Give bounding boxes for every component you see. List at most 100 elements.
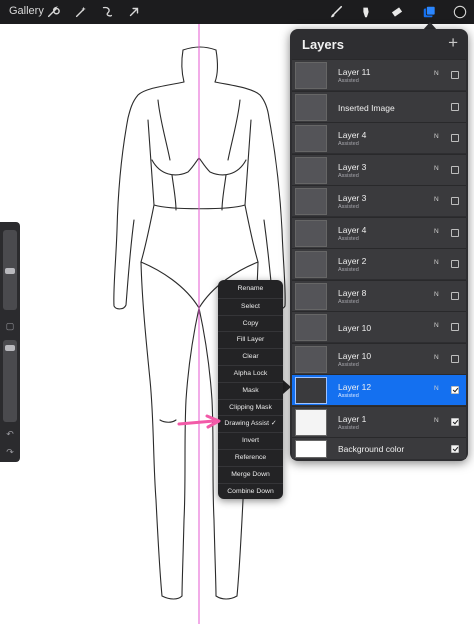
gallery-button[interactable]: Gallery: [9, 5, 44, 17]
brush-size-slider[interactable]: [3, 230, 17, 310]
layer-visibility-checkbox[interactable]: [451, 229, 459, 237]
layer-subtitle: Assisted: [338, 362, 359, 368]
menu-item-reference[interactable]: Reference: [218, 449, 283, 465]
layer-subtitle: Assisted: [338, 78, 359, 84]
layer-name: Layer 10: [338, 351, 372, 361]
layer-visibility-checkbox[interactable]: [451, 103, 459, 111]
layer-visibility-checkbox[interactable]: [451, 445, 459, 453]
layer-row[interactable]: Layer 10 N: [292, 311, 466, 342]
layer-subtitle: Assisted: [338, 425, 359, 431]
layer-thumbnail: [295, 125, 327, 152]
top-toolbar: Gallery: [0, 0, 474, 24]
layer-row[interactable]: Layer 8 Assisted N: [292, 280, 466, 311]
blend-mode-button[interactable]: N: [434, 165, 439, 172]
layer-visibility-checkbox[interactable]: [451, 71, 459, 79]
layer-row[interactable]: Layer 4 Assisted N: [292, 122, 466, 153]
eraser-icon[interactable]: [389, 4, 405, 20]
layer-visibility-checkbox[interactable]: [451, 418, 459, 426]
layer-subtitle: Assisted: [338, 393, 359, 399]
layer-thumbnail: [295, 283, 327, 310]
add-layer-button[interactable]: +: [448, 34, 458, 52]
layer-row[interactable]: Layer 11 Assisted N: [292, 59, 466, 90]
selection-icon[interactable]: [99, 4, 115, 20]
layer-thumbnail: [295, 440, 327, 458]
layer-thumbnail: [295, 220, 327, 247]
pink-annotation-arrow: [177, 414, 221, 429]
menu-item-alpha-lock[interactable]: Alpha Lock: [218, 365, 283, 381]
left-sidebar: ▢ ↶ ↷: [0, 222, 20, 462]
brush-size-thumb[interactable]: [5, 268, 15, 274]
redo-icon[interactable]: ↷: [4, 446, 16, 458]
layer-row[interactable]: Layer 4 Assisted N: [292, 217, 466, 248]
blend-mode-button[interactable]: N: [434, 133, 439, 140]
layer-name: Layer 3: [338, 193, 367, 203]
layer-visibility-checkbox[interactable]: [451, 197, 459, 205]
layer-name: Background color: [338, 444, 405, 454]
layer-thumbnail: [295, 409, 327, 436]
menu-item-drawing-assist[interactable]: Drawing Assist ✓: [218, 415, 283, 431]
transform-arrow-icon[interactable]: [126, 4, 142, 20]
layer-thumbnail: [295, 188, 327, 215]
context-menu-caret: [283, 380, 291, 394]
layer-name: Layer 11: [338, 67, 371, 77]
layer-name: Layer 1: [338, 414, 367, 424]
menu-item-mask[interactable]: Mask: [218, 381, 283, 398]
layer-name: Layer 10: [338, 323, 372, 333]
layer-thumbnail: [295, 314, 327, 341]
layers-icon[interactable]: [421, 4, 437, 20]
layer-row[interactable]: Layer 3 Assisted N: [292, 185, 466, 216]
magic-wand-icon[interactable]: [73, 4, 89, 20]
layer-name: Layer 4: [338, 130, 367, 140]
menu-item-combine-down[interactable]: Combine Down: [218, 482, 283, 499]
menu-item-select[interactable]: Select: [218, 297, 283, 314]
layer-thumbnail: [295, 377, 327, 404]
menu-item-clear[interactable]: Clear: [218, 348, 283, 364]
blend-mode-button[interactable]: N: [434, 70, 439, 77]
blend-mode-button[interactable]: N: [434, 417, 439, 424]
layers-panel-title: Layers: [302, 37, 344, 52]
undo-icon[interactable]: ↶: [4, 428, 16, 440]
layer-thumbnail: [295, 251, 327, 278]
color-icon[interactable]: [452, 4, 468, 20]
layer-row[interactable]: Layer 3 Assisted N: [292, 154, 466, 185]
modify-button-square-icon[interactable]: ▢: [4, 320, 16, 332]
layer-name: Layer 3: [338, 162, 367, 172]
layer-thumbnail: [295, 157, 327, 184]
layer-visibility-checkbox[interactable]: [451, 386, 459, 394]
blend-mode-button[interactable]: N: [434, 196, 439, 203]
layer-visibility-checkbox[interactable]: [451, 134, 459, 142]
layer-subtitle: Assisted: [338, 173, 359, 179]
layer-row[interactable]: Inserted Image: [292, 91, 466, 122]
menu-item-clipping-mask[interactable]: Clipping Mask: [218, 398, 283, 415]
layer-row[interactable]: Layer 10 Assisted N: [292, 343, 466, 374]
blend-mode-button[interactable]: N: [434, 385, 439, 392]
layer-row[interactable]: Background color: [292, 437, 466, 459]
blend-mode-button[interactable]: N: [434, 322, 439, 329]
opacity-slider[interactable]: [3, 340, 17, 422]
layer-visibility-checkbox[interactable]: [451, 292, 459, 300]
menu-item-merge-down[interactable]: Merge Down: [218, 465, 283, 482]
layer-visibility-checkbox[interactable]: [451, 355, 459, 363]
layer-visibility-checkbox[interactable]: [451, 166, 459, 174]
blend-mode-button[interactable]: N: [434, 259, 439, 266]
blend-mode-button[interactable]: N: [434, 291, 439, 298]
layer-subtitle: Assisted: [338, 141, 359, 147]
menu-item-fill-layer[interactable]: Fill Layer: [218, 331, 283, 347]
layer-row[interactable]: Layer 12 Assisted N: [292, 374, 466, 405]
smudge-icon[interactable]: [358, 4, 374, 20]
menu-item-rename[interactable]: Rename: [218, 281, 283, 297]
brush-icon[interactable]: [328, 4, 344, 20]
layer-name: Layer 12: [338, 382, 372, 392]
blend-mode-button[interactable]: N: [434, 354, 439, 361]
layer-row[interactable]: Layer 1 Assisted N: [292, 406, 466, 437]
layer-thumbnail: [295, 62, 327, 89]
layer-thumbnail: [295, 346, 327, 373]
layer-visibility-checkbox[interactable]: [451, 323, 459, 331]
layer-visibility-checkbox[interactable]: [451, 260, 459, 268]
opacity-thumb[interactable]: [5, 345, 15, 351]
layer-row[interactable]: Layer 2 Assisted N: [292, 248, 466, 279]
menu-item-invert[interactable]: Invert: [218, 432, 283, 448]
menu-item-copy[interactable]: Copy: [218, 314, 283, 331]
wrench-icon[interactable]: [45, 4, 61, 20]
blend-mode-button[interactable]: N: [434, 228, 439, 235]
